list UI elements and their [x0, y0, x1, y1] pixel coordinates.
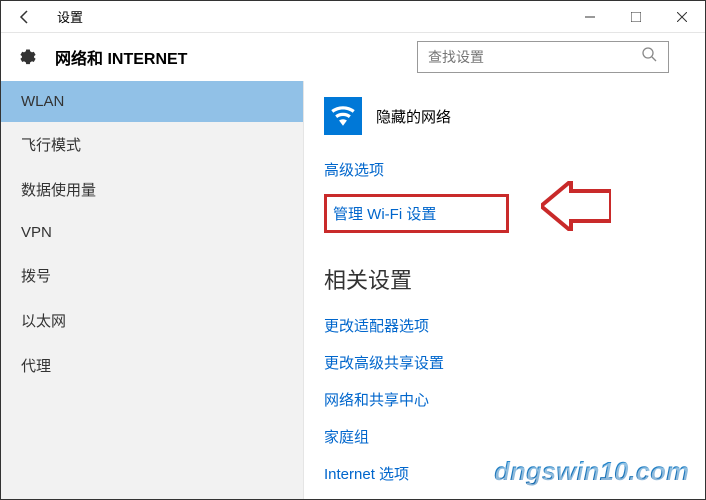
hidden-network-row[interactable]: 隐藏的网络: [324, 97, 685, 135]
gear-icon: [17, 44, 39, 71]
manage-wifi-link[interactable]: 管理 Wi-Fi 设置: [324, 194, 509, 233]
titlebar: 设置: [1, 1, 705, 33]
window-controls: [567, 1, 705, 33]
minimize-button[interactable]: [567, 1, 613, 33]
sidebar-item-proxy[interactable]: 代理: [1, 343, 303, 388]
wifi-icon: [324, 97, 362, 135]
sidebar-item-datausage[interactable]: 数据使用量: [1, 167, 303, 212]
search-box[interactable]: [417, 41, 669, 73]
annotation-arrow: [541, 181, 611, 236]
advanced-sharing-link[interactable]: 更改高级共享设置: [324, 344, 685, 381]
page-title: 网络和 INTERNET: [55, 45, 417, 69]
search-icon: [642, 47, 658, 68]
sidebar: WLAN 飞行模式 数据使用量 VPN 拨号 以太网 代理: [1, 81, 304, 499]
advanced-options-link[interactable]: 高级选项: [324, 151, 685, 188]
sidebar-item-ethernet[interactable]: 以太网: [1, 298, 303, 343]
network-sharing-center-link[interactable]: 网络和共享中心: [324, 381, 685, 418]
close-icon: [677, 12, 687, 22]
close-button[interactable]: [659, 1, 705, 33]
sidebar-item-airplane[interactable]: 飞行模式: [1, 122, 303, 167]
main-panel: 隐藏的网络 高级选项 管理 Wi-Fi 设置 相关设置 更改适配器选项 更改高级…: [304, 81, 705, 499]
hidden-network-label: 隐藏的网络: [376, 106, 451, 127]
search-input[interactable]: [428, 49, 642, 65]
adapter-options-link[interactable]: 更改适配器选项: [324, 307, 685, 344]
related-settings-title: 相关设置: [324, 263, 685, 295]
sidebar-item-wlan[interactable]: WLAN: [1, 81, 303, 122]
window-title: 设置: [57, 7, 567, 26]
maximize-button[interactable]: [613, 1, 659, 33]
minimize-icon: [585, 12, 595, 22]
windows-firewall-link[interactable]: Windows 防火墙: [324, 492, 685, 499]
back-button[interactable]: [1, 1, 49, 33]
content-area: WLAN 飞行模式 数据使用量 VPN 拨号 以太网 代理 隐藏的网络 高级选项…: [1, 81, 705, 499]
watermark: dngswin10.com: [494, 456, 689, 487]
homegroup-link[interactable]: 家庭组: [324, 418, 685, 455]
header: 网络和 INTERNET: [1, 33, 705, 81]
sidebar-item-dialup[interactable]: 拨号: [1, 253, 303, 298]
back-arrow-icon: [17, 9, 33, 25]
sidebar-item-vpn[interactable]: VPN: [1, 212, 303, 253]
maximize-icon: [631, 12, 641, 22]
